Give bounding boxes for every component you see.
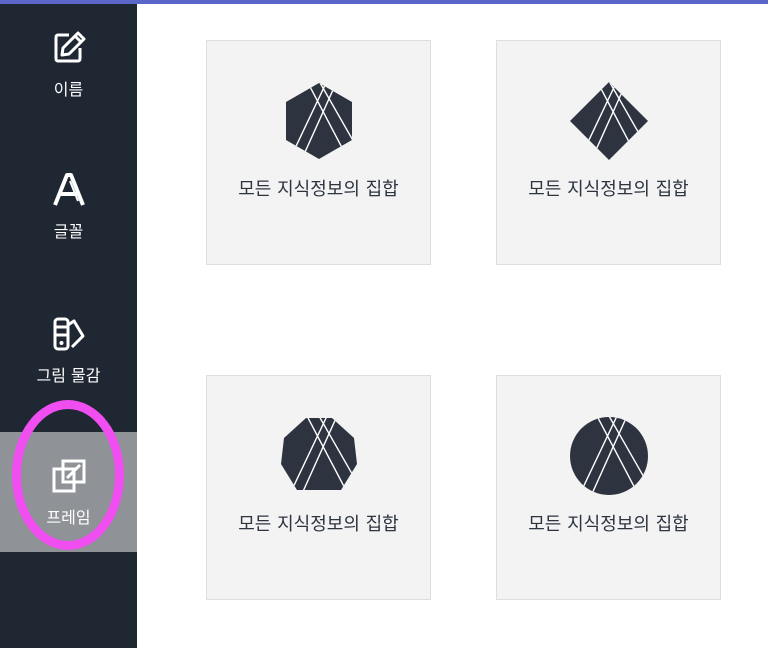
frame-caption: 모든 지식정보의 집합 [238, 514, 399, 535]
frame-option-circle[interactable]: 모든 지식정보의 집합 [496, 375, 721, 600]
octagon-frame-icon [281, 418, 357, 490]
frame-option-hexagon[interactable]: 모든 지식정보의 집합 [206, 40, 431, 265]
frame-caption: 모든 지식정보의 집합 [528, 514, 689, 535]
frame-caption: 모든 지식정보의 집합 [528, 179, 689, 200]
sidebar-item-frame[interactable]: 프레임 [0, 432, 137, 552]
sidebar-item-font[interactable]: 글꼴 [0, 146, 137, 266]
sidebar-item-paint[interactable]: 그림 물감 [0, 290, 137, 410]
frame-caption: 모든 지식정보의 집합 [238, 179, 399, 200]
sidebar-item-label: 그림 물감 [36, 366, 101, 385]
sidebar-item-name[interactable]: 이름 [0, 4, 137, 124]
sidebar: 이름 글꼴 그림 물감 프레임 [0, 4, 137, 648]
edit-icon [49, 28, 89, 68]
sidebar-item-label: 글꼴 [53, 222, 84, 241]
diamond-frame-icon [570, 82, 648, 160]
paint-palette-icon [49, 314, 89, 354]
frame-option-octagon[interactable]: 모든 지식정보의 집합 [206, 375, 431, 600]
sidebar-item-label: 프레임 [46, 508, 91, 527]
hexagon-frame-icon [286, 83, 352, 159]
circle-frame-icon [570, 417, 648, 495]
frame-icon [49, 456, 89, 496]
frame-option-diamond[interactable]: 모든 지식정보의 집합 [496, 40, 721, 265]
sidebar-item-label: 이름 [53, 80, 84, 99]
font-icon [49, 170, 89, 210]
